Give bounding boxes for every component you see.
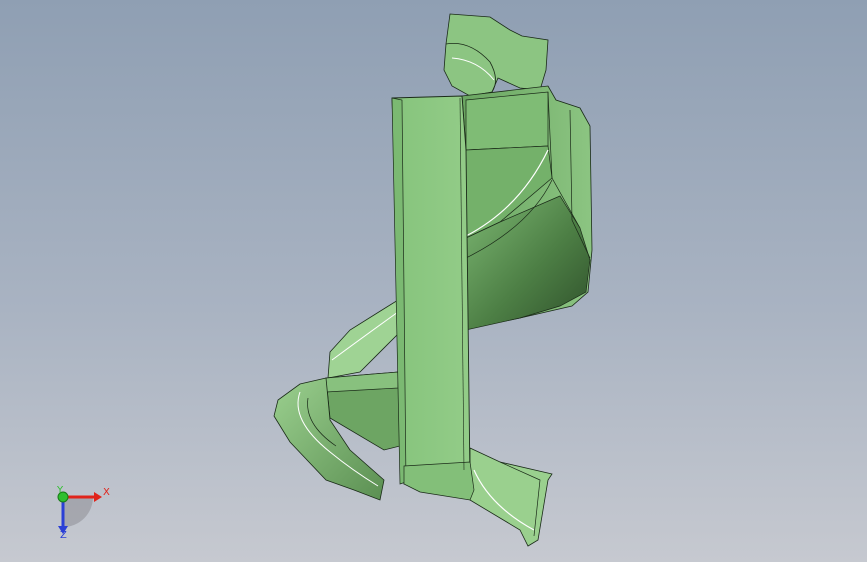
top-hook xyxy=(443,13,549,97)
graphics-viewport[interactable]: X Y Z xyxy=(0,0,867,562)
diagonal-ribbon xyxy=(327,299,403,379)
y-axis-label: Y xyxy=(57,485,64,496)
3d-model[interactable] xyxy=(0,0,867,562)
front-plate-bottom xyxy=(403,461,475,501)
x-axis-label: X xyxy=(103,487,110,498)
x-axis-arrow xyxy=(94,492,102,502)
upper-face xyxy=(465,91,549,151)
bottom-channel xyxy=(469,447,553,547)
z-axis-label: Z xyxy=(60,530,67,541)
triad-shadow xyxy=(63,497,93,527)
